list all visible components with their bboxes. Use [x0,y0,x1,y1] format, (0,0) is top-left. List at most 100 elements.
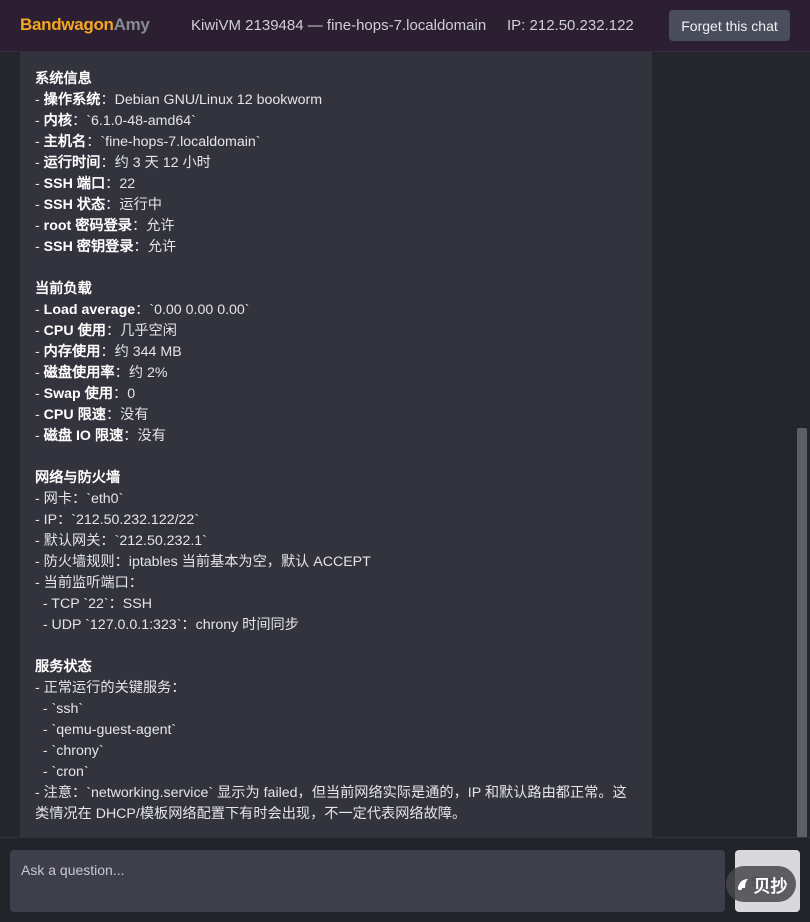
forget-chat-button[interactable]: Forget this chat [669,10,790,41]
item-prefix: - [35,113,44,129]
list-item: - IP：`212.50.232.122/22` [35,512,200,528]
list-item: - TCP `22`：SSH [35,596,152,612]
list-item: - SSH 密钥登录：允许 [35,237,637,258]
list-item: - `qemu-guest-agent` [35,722,177,738]
question-input[interactable] [10,850,725,912]
item-value: 约 3 天 12 小时 [114,155,211,171]
chat-area: 系统信息 - 操作系统：Debian GNU/Linux 12 bookworm… [0,52,810,837]
item-label: CPU 限速 [43,407,106,423]
system-info-list: - 操作系统：Debian GNU/Linux 12 bookworm - 内核：… [35,90,637,258]
section-heading-network: 网络与防火墙 [35,470,121,486]
logo-part1: Bandwagon [20,15,114,34]
list-item: - Load average：`0.00 0.00 0.00` [35,300,637,321]
list-item: - SSH 状态：运行中 [35,195,637,216]
list-item: - 默认网关：`212.50.232.1` [35,533,207,549]
list-item: - 运行时间：约 3 天 12 小时 [35,153,637,174]
item-label: Swap 使用 [43,386,114,402]
list-item: - 内核：`6.1.0-48-amd64` [35,111,637,132]
list-item: - 防火墙规则：iptables 当前基本为空，默认 ACCEPT [35,554,371,570]
list-item: - CPU 限速：没有 [35,405,637,426]
section-heading-services: 服务状态 [35,659,92,675]
item-value: 允许 [146,218,175,234]
list-item: - SSH 端口：22 [35,174,637,195]
list-item: - 磁盘使用率：约 2% [35,363,637,384]
item-label: SSH 状态 [43,197,106,213]
item-separator: ： [105,176,120,192]
list-item: - 内存使用：约 344 MB [35,342,637,363]
top-bar: BandwagonAmy KiwiVM 2139484 — fine-hops-… [0,0,810,52]
item-prefix: - [35,197,44,213]
item-prefix: - [35,92,44,108]
item-label: 运行时间 [43,155,101,171]
list-item: - 操作系统：Debian GNU/Linux 12 bookworm [35,90,637,111]
item-separator: ： [105,323,121,339]
item-label: 操作系统 [43,92,101,108]
item-value: 22 [119,176,136,192]
item-prefix: - [35,407,44,423]
item-prefix: - [35,344,44,360]
item-value: Debian GNU/Linux 12 bookworm [114,92,323,108]
assistant-message: 系统信息 - 操作系统：Debian GNU/Linux 12 bookworm… [20,52,652,837]
item-value: 约 2% [128,365,168,381]
item-separator: ： [135,302,150,318]
item-separator: ： [105,407,121,423]
item-label: root 密码登录 [43,218,132,234]
list-item: - 磁盘 IO 限速：没有 [35,426,637,447]
item-separator: ： [113,386,128,402]
item-label: 内核 [43,113,73,129]
list-item: - 正常运行的关键服务： [35,680,186,696]
item-value: `6.1.0-48-amd64` [86,113,196,129]
list-item: - `cron` [35,764,89,780]
item-prefix: - [35,155,44,171]
item-prefix: - [35,323,44,339]
network-list: - 网卡：`eth0` - IP：`212.50.232.122/22` - 默认网… [35,489,637,636]
watermark-icon [737,879,748,891]
composer-bar: Send [0,837,810,922]
list-item: - 主机名：`fine-hops-7.localdomain` [35,132,637,153]
item-label: 磁盘 IO 限速 [43,428,124,444]
logo: BandwagonAmy [20,15,150,35]
item-value: 没有 [120,407,149,423]
item-separator: ： [100,155,115,171]
list-item: - `ssh` [35,701,84,717]
item-separator: ： [131,218,147,234]
item-separator: ： [72,113,87,129]
item-prefix: - [35,176,44,192]
item-label: SSH 密钥登录 [43,239,134,255]
item-value: 没有 [137,428,166,444]
item-value: `fine-hops-7.localdomain` [100,134,261,150]
item-separator: ： [86,134,101,150]
item-separator: ： [105,197,120,213]
item-separator: ： [114,365,129,381]
services-note: - 注意：`networking.service` 显示为 failed，但当前… [35,785,627,822]
item-separator: ： [100,92,115,108]
item-prefix: - [35,302,44,318]
item-label: CPU 使用 [43,323,106,339]
list-item: - 网卡：`eth0` [35,491,124,507]
item-value: 运行中 [119,197,162,213]
watermark-badge: 贝抄 [726,866,796,902]
item-label: Load average [43,302,136,318]
load-list: - Load average：`0.00 0.00 0.00` - CPU 使用：… [35,300,637,447]
list-item: - 当前监听端口： [35,575,143,591]
item-prefix: - [35,218,44,234]
item-value: `0.00 0.00 0.00` [149,302,250,318]
item-prefix: - [35,428,44,444]
item-label: 磁盘使用率 [43,365,115,381]
ip-info: IP: 212.50.232.122 [507,17,634,34]
list-item: - `chrony` [35,743,104,759]
scrollbar[interactable] [794,52,810,883]
item-value: 0 [127,386,136,402]
scrollbar-thumb[interactable] [797,428,807,883]
section-heading-load: 当前负载 [35,281,92,297]
item-separator: ： [100,344,115,360]
item-value: 几乎空闲 [120,323,177,339]
item-prefix: - [35,365,44,381]
item-label: 内存使用 [43,344,101,360]
item-label: SSH 端口 [43,176,106,192]
list-item: - Swap 使用：0 [35,384,637,405]
item-prefix: - [35,239,44,255]
vm-info: KiwiVM 2139484 — fine-hops-7.localdomain [191,17,487,34]
item-value: 约 344 MB [114,344,182,360]
item-value: 允许 [147,239,177,255]
